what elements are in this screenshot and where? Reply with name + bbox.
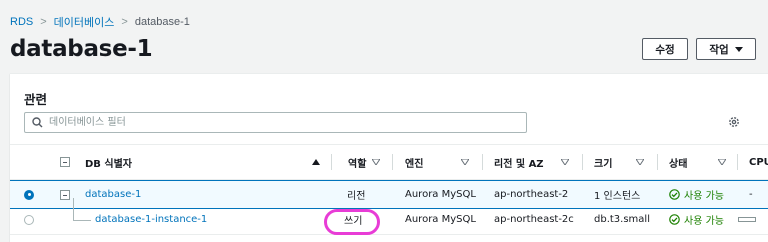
sort-caret-icon [461,159,469,165]
breadcrumb-databases-link[interactable]: 데이터베이스 [54,14,115,30]
select-all-collapse[interactable] [60,145,74,179]
breadcrumb-rds-link[interactable]: RDS [10,16,33,28]
status-label: 사용 가능 [684,216,724,227]
cpu-cell: - [749,189,753,200]
column-role[interactable]: 역할 [332,145,393,179]
actions-button-label: 작업 [709,43,729,56]
chevron-right-icon: > [40,16,47,28]
column-label: 리전 및 AZ [494,158,544,170]
sort-caret-icon [561,159,569,165]
size-cell: db.t3.small [594,214,650,225]
region-az-cell: ap-northeast-2c [494,214,574,225]
related-panel: 관련 DB 식별자 역할 엔진 리전 및 A [10,73,768,242]
column-region-az[interactable]: 리전 및 AZ [483,145,583,179]
column-db-identifier[interactable]: DB 식별자 [85,145,332,179]
region-az-cell: ap-northeast-2 [494,189,569,200]
size-cell: 1 인스턴스 [594,191,641,202]
column-cpu[interactable]: CPU [738,145,768,179]
radio-unselected-icon [24,214,34,225]
gear-icon[interactable] [728,116,740,128]
chevron-right-icon: > [121,16,128,28]
panel-title: 관련 [24,92,48,107]
search-icon [32,117,43,128]
cpu-usage-bar [738,217,756,222]
sort-caret-icon [636,159,644,165]
cpu-cell [738,206,756,233]
sort-ascending-icon [312,159,320,165]
role-highlight-annotation [324,209,380,235]
caret-down-icon [734,46,743,52]
radio-selected-icon [24,189,34,200]
column-label: CPU [749,156,768,168]
breadcrumb-current: database-1 [134,16,190,28]
edit-button[interactable]: 수정 [642,38,688,60]
column-engine[interactable]: 엔진 [393,145,483,179]
db-identifier-link[interactable]: database-1 [85,181,141,208]
sort-caret-icon [372,159,381,165]
filter-box[interactable] [24,112,527,133]
table-row[interactable]: database-1-instance-1 쓰기 Aurora MySQL ap… [10,206,768,235]
row-radio[interactable] [24,181,34,208]
breadcrumb: RDS > 데이터베이스 > database-1 [10,14,190,30]
table-row[interactable]: database-1 리전 Aurora MySQL ap-northeast-… [10,180,768,209]
column-label: 역할 [348,158,367,170]
column-size[interactable]: 크기 [583,145,658,179]
column-label: 엔진 [405,158,424,170]
row-radio[interactable] [24,206,34,233]
column-label: DB 식별자 [85,158,133,170]
sort-caret-icon [718,159,726,165]
status-label: 사용 가능 [684,191,724,202]
page-title: database-1 [10,36,153,62]
check-circle-icon [669,189,680,200]
actions-button[interactable]: 작업 [696,38,756,60]
check-circle-icon [669,214,680,225]
collapse-all-icon [60,157,70,167]
database-filter-input[interactable] [49,115,519,130]
status-cell: 사용 가능 [669,181,724,208]
engine-cell: Aurora MySQL [405,214,476,225]
column-label: 크기 [594,158,613,170]
table-header: DB 식별자 역할 엔진 리전 및 AZ 크기 상태 CPU [10,144,768,180]
collapse-icon [60,189,70,200]
column-label: 상태 [669,158,688,170]
engine-cell: Aurora MySQL [405,189,476,200]
db-identifier-link[interactable]: database-1-instance-1 [95,206,207,233]
role-cell: 리전 [347,191,366,202]
status-cell: 사용 가능 [669,206,724,233]
column-status[interactable]: 상태 [658,145,738,179]
row-collapse-toggle[interactable] [60,181,70,208]
